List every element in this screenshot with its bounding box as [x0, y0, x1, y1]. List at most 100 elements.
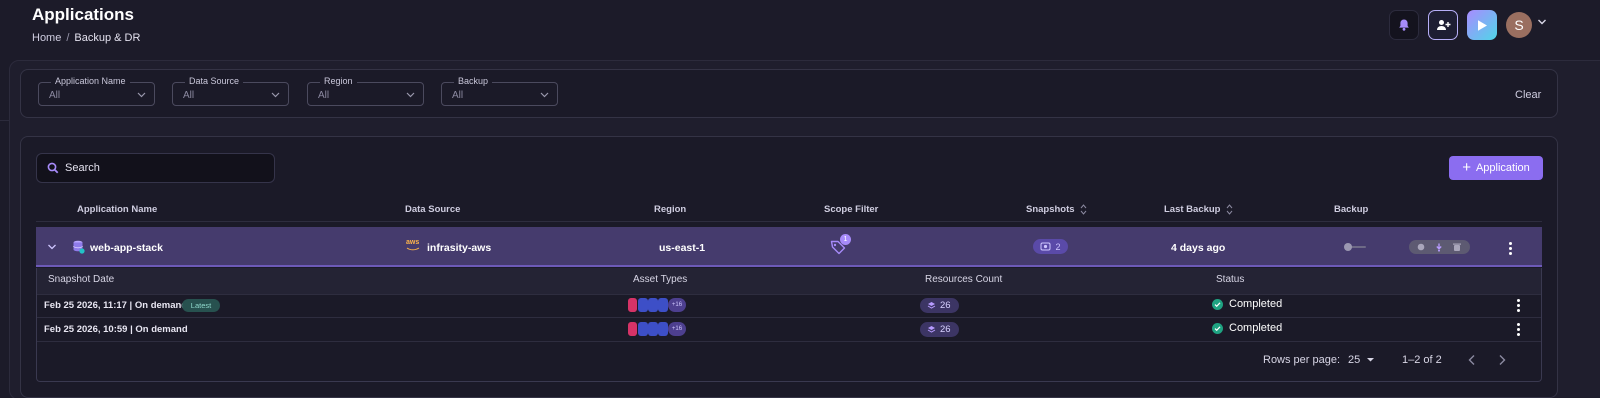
status-label: Completed [1229, 298, 1283, 310]
snapshot-icon [1040, 242, 1051, 251]
row-menu-button[interactable] [1509, 242, 1513, 255]
column-header-application-name: Application Name [77, 204, 158, 215]
asset-type-icon [648, 298, 658, 312]
check-icon [1212, 298, 1223, 310]
page-header: Applications Home / Backup & DR S [0, 0, 1600, 58]
play-icon [1478, 19, 1487, 31]
aws-smile-icon [406, 247, 420, 251]
filter-label: Application Name [51, 76, 130, 87]
snapshots-count: 2 [1055, 241, 1061, 252]
filter-label: Backup [454, 76, 493, 87]
column-header-snapshot-date: Snapshot Date [48, 274, 115, 285]
chevron-down-icon [271, 92, 280, 98]
snapshots-count-pill[interactable]: 2 [1033, 239, 1068, 254]
snapshot-status: Completed [1212, 322, 1282, 334]
filter-value: All [49, 90, 61, 101]
add-user-icon [1436, 20, 1450, 30]
play-button[interactable] [1467, 10, 1497, 40]
search-input[interactable] [65, 160, 265, 176]
add-application-button[interactable]: + Application [1449, 156, 1543, 180]
avatar[interactable]: S [1506, 12, 1532, 38]
asset-type-icon [628, 298, 637, 312]
chevron-left-icon[interactable] [1467, 354, 1477, 366]
filter-value: All [318, 90, 330, 101]
resources-count: 26 [940, 324, 951, 335]
chevron-right-icon[interactable] [1497, 354, 1507, 366]
rows-per-page-value: 25 [1348, 354, 1361, 366]
divider [36, 221, 1542, 222]
breadcrumb: Home / Backup & DR [32, 32, 140, 44]
filter-data-source[interactable]: Data Source All [172, 76, 289, 106]
toggle-knob [1344, 243, 1352, 251]
rows-per-page-select[interactable]: 25 [1348, 354, 1375, 366]
filter-value: All [183, 90, 195, 101]
app-stack-icon [73, 240, 85, 254]
divider [0, 120, 10, 121]
snapshot-date: Feb 25 2026, 11:17 | On demand [44, 300, 188, 311]
column-header-asset-types: Asset Types [633, 274, 688, 285]
region: us-east-1 [659, 242, 706, 254]
snapshot-menu-button[interactable] [1517, 299, 1521, 312]
snapshot-menu-button[interactable] [1517, 323, 1521, 336]
backup-now-icon[interactable] [1434, 242, 1444, 252]
asset-types: +16 [628, 322, 686, 336]
layers-icon [927, 302, 936, 309]
chevron-down-icon [137, 92, 146, 98]
filter-label: Data Source [185, 76, 244, 87]
application-name[interactable]: web-app-stack [90, 242, 163, 254]
notifications-button[interactable] [1389, 10, 1419, 40]
aws-logo: aws [406, 239, 420, 246]
column-header-scope-filter: Scope Filter [824, 204, 879, 215]
column-header-region: Region [654, 204, 687, 215]
rows-per-page-label: Rows per page: [1263, 354, 1341, 366]
more-asset-types[interactable]: +16 [668, 322, 686, 336]
table-row[interactable] [36, 227, 1542, 267]
filter-label: Region [320, 76, 357, 87]
breadcrumb-separator: / [66, 32, 70, 44]
chevron-down-icon[interactable] [1537, 18, 1547, 26]
asset-type-icon [658, 298, 668, 312]
pause-icon[interactable] [1417, 243, 1425, 251]
pagination-range: 1–2 of 2 [1402, 354, 1442, 366]
asset-type-icon [658, 322, 668, 336]
sort-icon[interactable] [1226, 204, 1233, 215]
divider [37, 294, 1541, 295]
more-asset-types[interactable]: +16 [668, 298, 686, 312]
backup-toggle[interactable] [1344, 243, 1366, 251]
filter-region[interactable]: Region All [307, 76, 424, 106]
filter-value: All [452, 90, 464, 101]
asset-types: +16 [628, 298, 686, 312]
clear-filters-button[interactable]: Clear [1515, 89, 1541, 101]
column-header-last-backup[interactable]: Last Backup [1164, 204, 1233, 215]
asset-type-icon [638, 322, 648, 336]
resources-count-pill: 26 [920, 298, 959, 313]
filter-application-name[interactable]: Application Name All [38, 76, 155, 106]
row-actions-group [1409, 240, 1470, 254]
snapshot-date: Feb 25 2026, 10:59 | On demand [44, 324, 188, 335]
search-box [36, 153, 275, 183]
chevron-down-icon[interactable] [47, 243, 57, 251]
divider [37, 341, 1541, 342]
bell-icon [1399, 19, 1409, 31]
breadcrumb-home[interactable]: Home [32, 32, 61, 44]
filter-backup[interactable]: Backup All [441, 76, 558, 106]
layers-icon [927, 326, 936, 333]
search-icon [47, 162, 59, 174]
delete-icon[interactable] [1452, 242, 1462, 252]
status-label: Completed [1229, 322, 1283, 334]
snapshot-status: Completed [1212, 298, 1282, 310]
chevron-down-icon [406, 92, 415, 98]
invite-user-button[interactable] [1428, 10, 1458, 40]
divider [37, 317, 1541, 318]
column-header-label: Last Backup [1164, 204, 1221, 216]
latest-badge: Latest [182, 299, 220, 312]
sort-icon[interactable] [1080, 204, 1087, 215]
check-icon [1212, 322, 1223, 334]
column-header-data-source: Data Source [405, 204, 461, 215]
column-header-snapshots[interactable]: Snapshots [1026, 204, 1087, 215]
breadcrumb-current: Backup & DR [74, 32, 141, 44]
plus-icon: + [1462, 159, 1471, 176]
resources-count: 26 [940, 300, 951, 311]
resources-count-pill: 26 [920, 322, 959, 337]
chevron-down-icon [540, 92, 549, 98]
